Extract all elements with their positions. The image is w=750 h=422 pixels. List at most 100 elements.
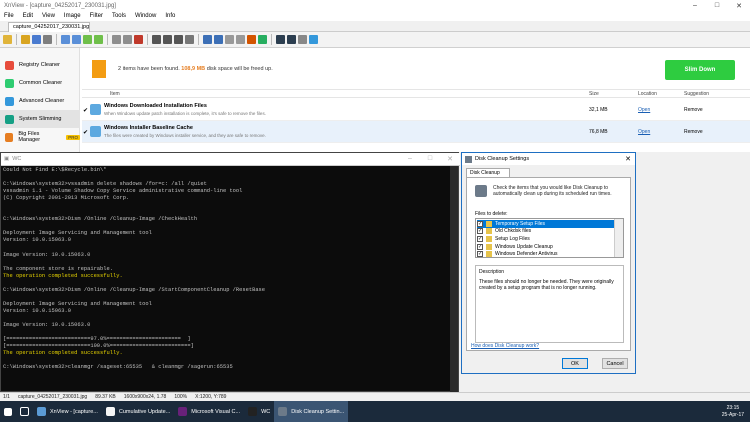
adjust-icon[interactable] (247, 35, 256, 44)
menu-window[interactable]: Window (135, 13, 156, 19)
zoom-out-icon[interactable] (163, 35, 172, 44)
big-files-icon (5, 132, 14, 142)
cmd-title: WC (12, 156, 22, 162)
save-icon[interactable] (32, 35, 41, 44)
slideshow-icon[interactable] (276, 35, 285, 44)
menu-view[interactable]: View (42, 13, 55, 19)
taskbar-item[interactable]: WC (244, 401, 274, 422)
console-line: (C) Copyright 2001-2013 Microsoft Corp. (3, 195, 130, 202)
table-row[interactable]: ✔ Windows Downloaded Installation Files … (82, 99, 750, 121)
copy-icon[interactable] (112, 35, 121, 44)
browser-icon[interactable] (3, 35, 12, 44)
console-line: The operation completed successfully. (3, 272, 123, 279)
help-icon[interactable] (309, 35, 318, 44)
forward-icon[interactable] (72, 35, 81, 44)
print-icon[interactable] (43, 35, 52, 44)
table-row[interactable]: ✔ Windows Installer Baseline Cache The f… (82, 121, 750, 143)
first-icon[interactable] (83, 35, 92, 44)
maximize-icon[interactable]: □ (706, 2, 728, 10)
crop-icon[interactable] (225, 35, 234, 44)
file-list-item[interactable]: ✓ Windows Defender Antivirus (477, 250, 614, 257)
capture-icon[interactable] (287, 35, 296, 44)
filter-icon[interactable] (258, 35, 267, 44)
menu-filter[interactable]: Filter (90, 13, 103, 19)
command-prompt-window[interactable]: ▣ WC – □ ✕ Could Not Find E:\$Recycle.bi… (0, 152, 460, 393)
open-location-link[interactable]: Open (638, 107, 650, 113)
col-location[interactable]: Location (638, 91, 657, 97)
close-icon[interactable]: ✕ (621, 155, 635, 163)
row-suggestion: Remove (684, 107, 703, 113)
cancel-button[interactable]: Cancel (602, 358, 628, 369)
file-list-item[interactable]: ✓ Old Chkdsk files (477, 228, 614, 236)
file-list-label: Setup Log Files (495, 235, 530, 242)
advanced-icon (5, 96, 14, 106)
slim-down-button[interactable]: Slim Down (665, 60, 735, 80)
task-view-button[interactable] (16, 401, 33, 422)
paste-icon[interactable] (123, 35, 132, 44)
scrollbar[interactable] (614, 219, 623, 257)
cmd-output[interactable]: Could Not Find E:\$Recycle.bin\* C:\Wind… (3, 167, 451, 393)
menu-edit[interactable]: Edit (23, 13, 33, 19)
close-icon[interactable]: ✕ (728, 2, 750, 10)
sidebar-item-registry-cleaner[interactable]: Registry Cleaner (0, 56, 80, 74)
delete-icon[interactable] (134, 35, 143, 44)
taskbar-item[interactable]: XnView - [capture... (33, 401, 102, 422)
tab-capture[interactable]: capture_04252017_230031.jpg (8, 22, 90, 32)
start-button[interactable] (0, 401, 16, 422)
row-size: 32,1 MB (589, 107, 608, 113)
col-suggestion[interactable]: Suggestion (684, 91, 709, 97)
checkbox[interactable]: ✓ (477, 220, 483, 227)
toolbar-separator (198, 34, 199, 45)
description-label: Description (479, 269, 505, 275)
checkbox[interactable]: ✓ (477, 251, 483, 257)
how-does-it-work-link[interactable]: How does Disk Cleanup work? (471, 343, 539, 349)
taskbar-item[interactable]: Microsoft Visual C... (174, 401, 244, 422)
col-size[interactable]: Size (589, 91, 599, 97)
close-icon[interactable]: ✕ (440, 155, 460, 163)
app-icon (278, 407, 288, 416)
zoom-fit-icon[interactable] (174, 35, 183, 44)
checkbox[interactable]: ✓ (477, 235, 483, 242)
last-icon[interactable] (94, 35, 103, 44)
checkbox[interactable]: ✓ (477, 243, 483, 250)
checkbox[interactable]: ✓ (477, 228, 483, 235)
sidebar-item-system-slimming[interactable]: System Slimming (0, 110, 80, 128)
maximize-icon[interactable]: □ (420, 155, 440, 163)
zoom-in-icon[interactable] (152, 35, 161, 44)
open-folder-icon[interactable] (21, 35, 30, 44)
sidebar-item-big-files-manager[interactable]: Big Files Manager PRO (0, 128, 80, 146)
rotate-left-icon[interactable] (203, 35, 212, 44)
file-list-item[interactable]: ✓ Windows Update Cleanup (477, 243, 614, 251)
row-checkbox[interactable]: ✔ (83, 129, 88, 136)
cmd-title-bar: ▣ WC – □ ✕ (1, 153, 460, 166)
taskbar-item[interactable]: Disk Cleanup Settin... (274, 401, 349, 422)
file-list-item[interactable]: ✓ Temporary Setup Files (477, 220, 614, 228)
menu-image[interactable]: Image (64, 13, 81, 19)
summary-size: 108,9 MB (181, 66, 206, 72)
sidebar-item-advanced-cleaner[interactable]: Advanced Cleaner (0, 92, 80, 110)
files-list[interactable]: ✓ Temporary Setup Files ✓ Old Chkdsk files ✓… (475, 218, 624, 258)
row-checkbox[interactable]: ✔ (83, 107, 88, 114)
sidebar-item-common-cleaner[interactable]: Common Cleaner (0, 74, 80, 92)
settings-icon[interactable] (298, 35, 307, 44)
clock[interactable]: 23:15 25-Apr-17 (722, 405, 750, 419)
menu-file[interactable]: File (4, 13, 14, 19)
fullscreen-icon[interactable] (185, 35, 194, 44)
menu-tools[interactable]: Tools (112, 13, 126, 19)
toolbar-separator (56, 34, 57, 45)
menu-info[interactable]: Info (165, 13, 175, 19)
resize-icon[interactable] (236, 35, 245, 44)
minimize-icon[interactable]: – (400, 155, 420, 163)
minimize-icon[interactable]: – (684, 2, 706, 10)
col-item[interactable]: Item (110, 91, 120, 97)
ok-button[interactable]: OK (562, 358, 588, 369)
scrollbar[interactable] (450, 166, 458, 392)
rotate-right-icon[interactable] (214, 35, 223, 44)
file-list-item[interactable]: ✓ Setup Log Files (477, 235, 614, 243)
back-icon[interactable] (61, 35, 70, 44)
open-location-link[interactable]: Open (638, 129, 650, 135)
row-name: Windows Installer Baseline Cache (104, 125, 193, 131)
taskbar-item[interactable]: Cumulative Update... (102, 401, 174, 422)
taskbar-item-label: XnView - [capture... (50, 408, 98, 415)
